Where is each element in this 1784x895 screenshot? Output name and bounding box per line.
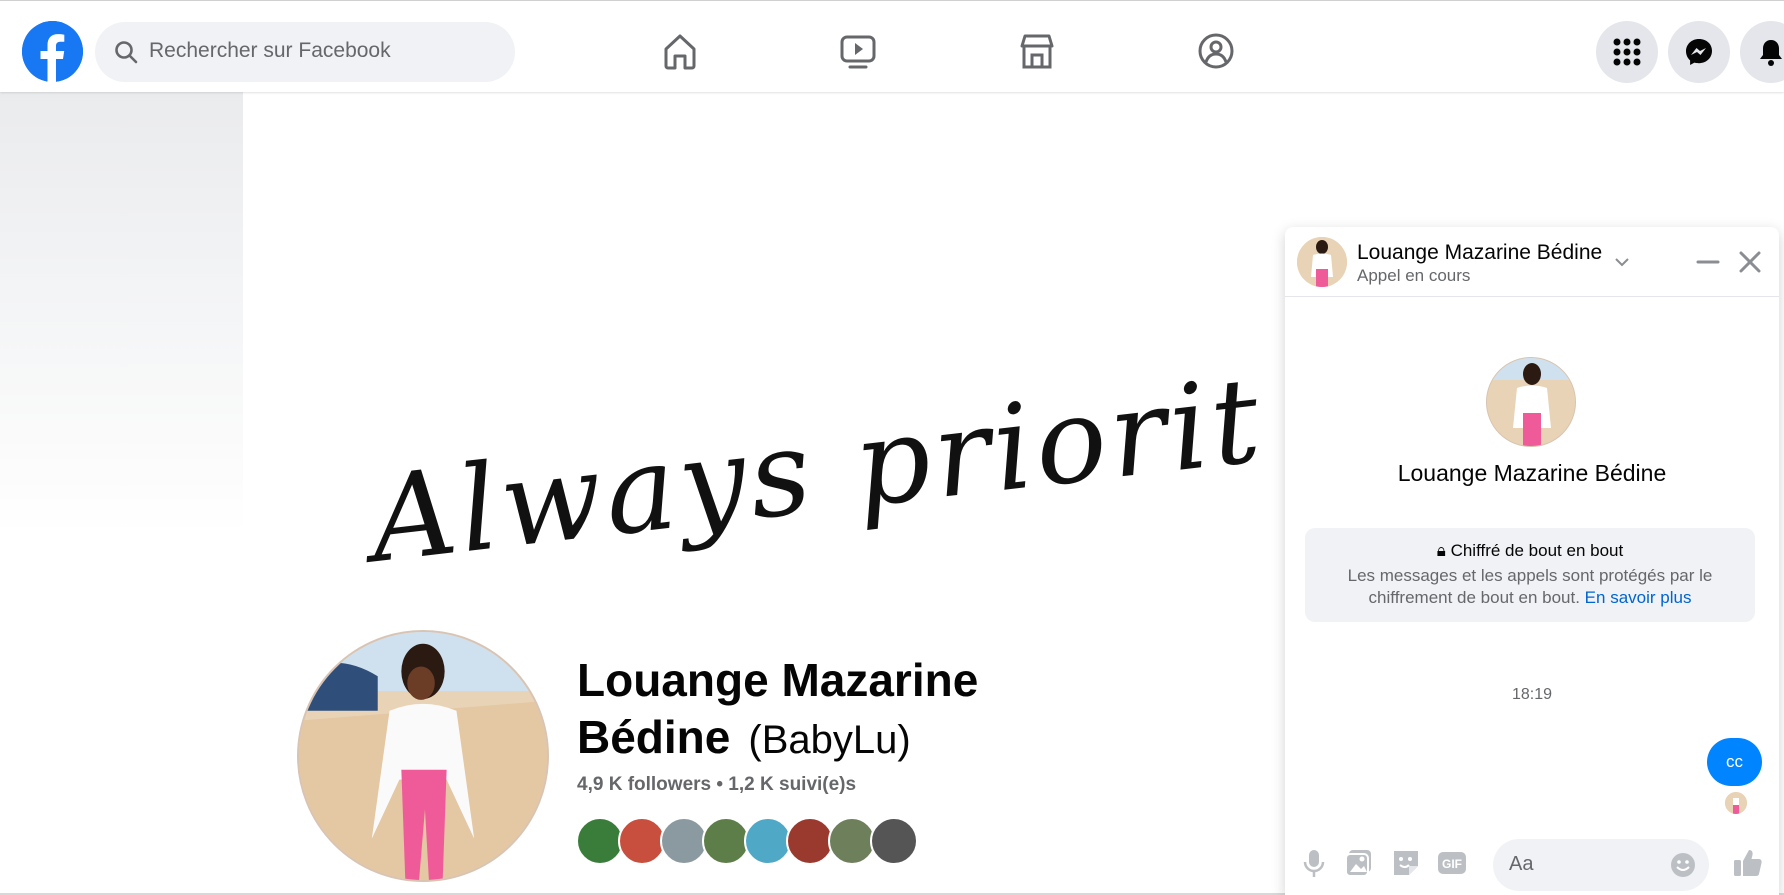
svg-text:GIF: GIF (1442, 857, 1462, 871)
encryption-notice: 🔒︎ Chiffré de bout en bout Les messages … (1305, 528, 1755, 622)
thumbs-up-icon[interactable] (1731, 846, 1765, 880)
gif-icon[interactable]: GIF (1435, 846, 1469, 880)
learn-more-link[interactable]: En savoir plus (1585, 588, 1692, 607)
search-bar[interactable]: Rechercher sur Facebook (95, 22, 515, 82)
chat-status: Appel en cours (1357, 266, 1471, 285)
groups-icon[interactable] (1192, 27, 1240, 75)
profile-name: Louange Mazarine Bédine (BabyLu) (577, 652, 1097, 769)
seen-avatar (1725, 792, 1747, 814)
message-input[interactable]: Aa (1493, 839, 1709, 891)
profile-avatar[interactable] (297, 630, 549, 882)
chevron-down-icon[interactable] (1613, 253, 1631, 271)
message-composer: GIF Aa (1285, 832, 1779, 895)
home-icon[interactable] (656, 27, 704, 75)
sticker-icon[interactable] (1389, 846, 1423, 880)
notifications-icon (1760, 40, 1782, 66)
chat-header[interactable]: Louange Mazarine Bédine Appel en cours (1285, 227, 1779, 297)
microphone-icon[interactable] (1297, 846, 1331, 880)
friend-avatar[interactable] (660, 817, 708, 865)
menu-grid-icon (1613, 38, 1641, 66)
encryption-title-text: Chiffré de bout en bout (1450, 541, 1624, 560)
encryption-description: Les messages et les appels sont protégés… (1305, 565, 1755, 609)
lock-icon: 🔒︎ (1436, 541, 1451, 560)
encryption-title: 🔒︎ Chiffré de bout en bout (1305, 541, 1755, 561)
watch-icon[interactable] (834, 27, 882, 75)
cover-text: Always priorit (363, 350, 1271, 590)
minimize-icon[interactable] (1693, 247, 1723, 277)
chat-header-avatar[interactable] (1297, 237, 1347, 287)
photo-icon[interactable] (1343, 846, 1377, 880)
friend-avatar[interactable] (870, 817, 918, 865)
close-icon[interactable] (1735, 247, 1765, 277)
profile-stats[interactable]: 4,9 K followers • 1,2 K suivi(e)s (577, 774, 856, 796)
left-background (0, 92, 243, 895)
marketplace-icon[interactable] (1013, 27, 1061, 75)
facebook-logo-icon[interactable] (22, 21, 83, 82)
messenger-icon (1686, 39, 1712, 65)
friend-avatar[interactable] (576, 817, 624, 865)
chat-contact-avatar[interactable] (1486, 357, 1576, 447)
chat-center-name: Louange Mazarine Bédine (1397, 460, 1667, 486)
emoji-icon[interactable] (1669, 851, 1697, 879)
friend-avatar[interactable] (618, 817, 666, 865)
friend-avatar[interactable] (786, 817, 834, 865)
menu-grid-button[interactable] (1596, 21, 1658, 83)
chat-window: Louange Mazarine Bédine Appel en cours L… (1285, 227, 1779, 895)
messenger-button[interactable] (1668, 21, 1730, 83)
message-input-placeholder: Aa (1509, 853, 1534, 875)
profile-alternate-name: (BabyLu) (748, 718, 911, 762)
message-timestamp: 18:19 (1511, 686, 1553, 703)
sent-message-bubble[interactable]: cc (1707, 738, 1762, 786)
friend-avatar[interactable] (702, 817, 750, 865)
chat-contact-name[interactable]: Louange Mazarine Bédine (1357, 241, 1602, 265)
top-navigation-bar: Rechercher sur Facebook (0, 0, 1784, 92)
friend-avatar[interactable] (744, 817, 792, 865)
search-icon (115, 41, 138, 64)
search-placeholder: Rechercher sur Facebook (149, 39, 391, 62)
notifications-button[interactable] (1740, 21, 1784, 83)
friend-avatar[interactable] (828, 817, 876, 865)
